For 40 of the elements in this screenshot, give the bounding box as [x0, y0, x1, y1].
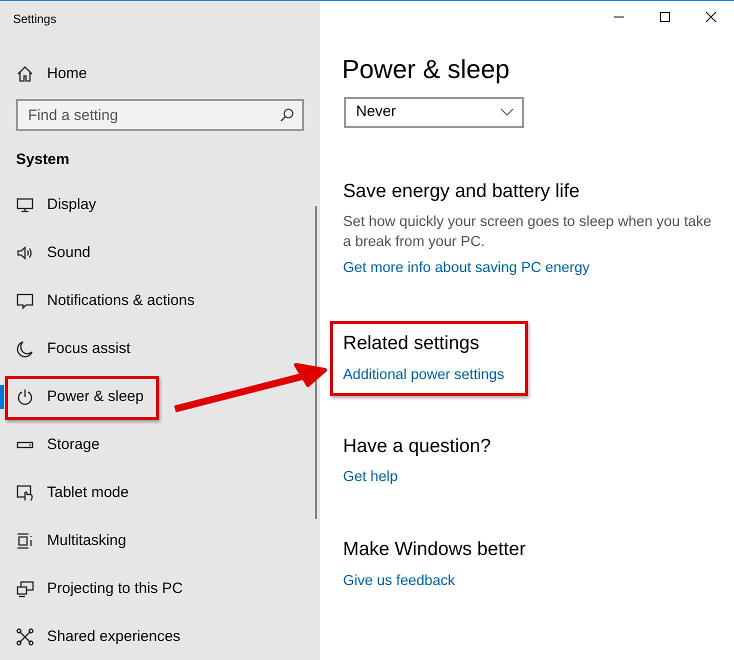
sidebar-item[interactable]: Storage	[16, 421, 320, 469]
section-heading: Save energy and battery life	[343, 180, 580, 204]
sidebar-item[interactable]: Notifications & actions	[16, 277, 320, 325]
home-icon	[16, 65, 34, 83]
sidebar-item[interactable]: Shared experiences	[16, 613, 320, 660]
sidebar-item[interactable]: Sound	[16, 229, 320, 277]
maximize-icon	[659, 11, 671, 23]
sidebar-item[interactable]: Display	[16, 181, 320, 229]
search-field[interactable]: Find a setting	[16, 99, 304, 131]
section-heading: Related settings	[343, 332, 480, 356]
sidebar-item[interactable]: Projecting to this PC	[16, 565, 320, 613]
link[interactable]: Get help	[343, 467, 398, 490]
section-heading: Have a question?	[343, 434, 491, 459]
message-icon	[16, 292, 34, 310]
search-icon	[280, 108, 294, 122]
moon-icon	[16, 340, 34, 358]
chevron-down-icon	[500, 108, 514, 116]
section-heading: Make Windows better	[343, 538, 526, 562]
network-icon	[16, 628, 34, 646]
dropdown[interactable]: Never	[344, 96, 524, 128]
home-link[interactable]: Home	[0, 59, 320, 89]
page-title: Power & sleep	[342, 53, 510, 86]
monitor-icon	[16, 196, 34, 214]
link[interactable]: Get more info about saving PC energy	[343, 258, 590, 280]
multitasking-icon	[16, 532, 34, 550]
projector-icon	[16, 580, 34, 598]
sidebar-item[interactable]: Focus assist	[16, 325, 320, 373]
close-icon	[705, 11, 717, 23]
sidebar-item[interactable]: Power & sleep	[16, 373, 320, 421]
link[interactable]: Give us feedback	[343, 570, 456, 593]
speaker-icon	[16, 244, 34, 262]
sidebar-item[interactable]: Multitasking	[16, 517, 320, 565]
sidebar-item[interactable]: Tablet mode	[16, 469, 320, 517]
window-title: Settings	[12, 11, 56, 28]
power-icon	[16, 388, 34, 406]
scrollbar[interactable]	[315, 206, 317, 519]
link[interactable]: Additional power settings	[343, 364, 504, 387]
section-heading: System	[16, 151, 70, 168]
description-text: Set how quickly your screen goes to sleep when you take a break from your PC.	[343, 213, 712, 252]
tablet-icon	[16, 484, 34, 502]
